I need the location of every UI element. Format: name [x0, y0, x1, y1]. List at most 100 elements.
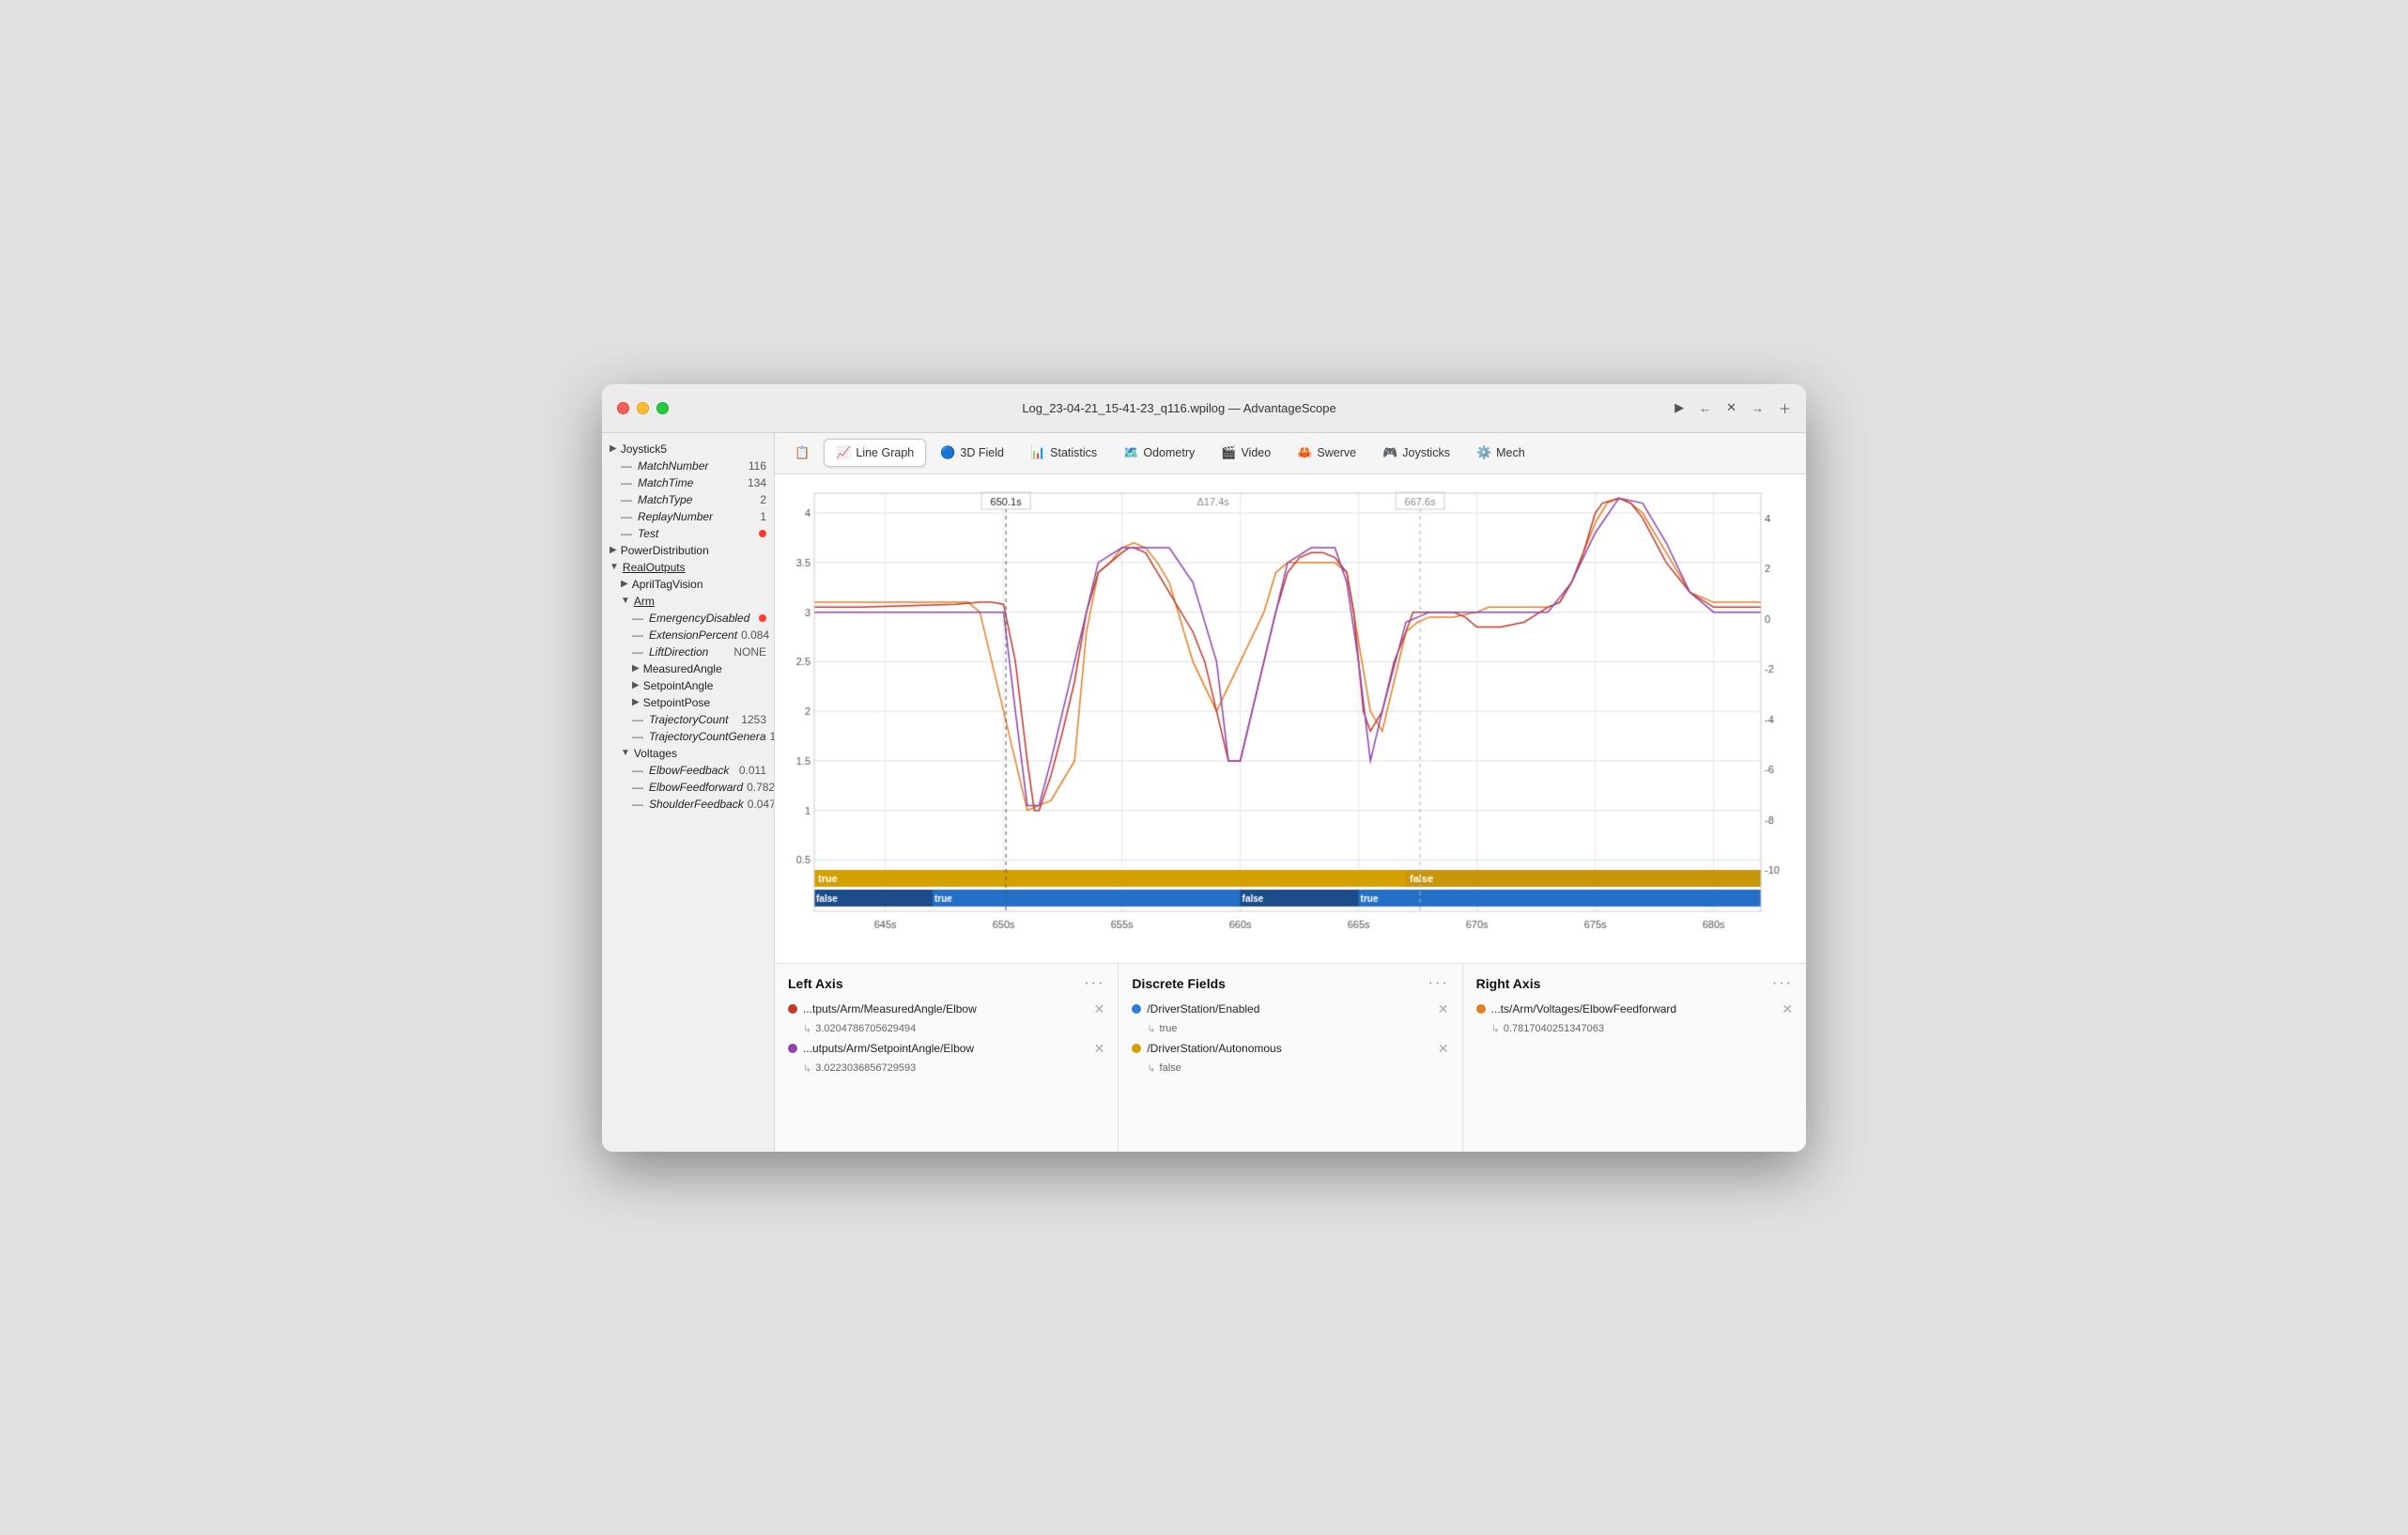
- sidebar-item-value: 1253: [741, 713, 766, 726]
- sidebar-item-label: MeasuredAngle: [643, 662, 722, 675]
- sidebar-item-replaynumber[interactable]: — ReplayNumber 1: [602, 508, 774, 525]
- chart-container[interactable]: [775, 474, 1806, 964]
- sidebar-item-elbowfeedforward[interactable]: — ElbowFeedforward 0.782: [602, 779, 774, 796]
- odometry-icon: 🗺️: [1123, 445, 1138, 460]
- content-area: ▶ Joystick5 — MatchNumber 116 — MatchTim…: [602, 433, 1806, 1152]
- sidebar-item-arm[interactable]: ▼ Arm: [602, 593, 774, 610]
- statistics-icon: 📊: [1030, 445, 1045, 460]
- field-remove-button[interactable]: ✕: [1438, 1041, 1449, 1057]
- field-remove-button[interactable]: ✕: [1782, 1001, 1793, 1017]
- back-button[interactable]: ←: [1699, 401, 1711, 415]
- play-button[interactable]: ▶: [1675, 400, 1684, 415]
- right-axis-panel: Right Axis ··· ...ts/Arm/Voltages/ElbowF…: [1463, 964, 1806, 1152]
- close-button[interactable]: [617, 402, 629, 414]
- tab-3dfield[interactable]: 🔵 3D Field: [928, 439, 1016, 467]
- sidebar-item-label: Arm: [634, 595, 655, 608]
- sidebar-item-elbowfeedback[interactable]: — ElbowFeedback 0.011: [602, 762, 774, 779]
- tab-3dfield-label: 3D Field: [960, 446, 1004, 459]
- chart-canvas: [775, 474, 1806, 963]
- tab-joysticks[interactable]: 🎮 Joysticks: [1370, 439, 1462, 467]
- tab-table[interactable]: 📋: [782, 439, 822, 467]
- sidebar-item-matchnumber[interactable]: — MatchNumber 116: [602, 457, 774, 474]
- tab-statistics[interactable]: 📊 Statistics: [1018, 439, 1109, 467]
- maximize-button[interactable]: [656, 402, 669, 414]
- table-icon: 📋: [795, 445, 810, 460]
- field-value: false: [1132, 1062, 1448, 1075]
- field-remove-button[interactable]: ✕: [1094, 1001, 1105, 1017]
- field-value: 3.0223036856729593: [788, 1062, 1104, 1075]
- field-value: 0.7817040251347063: [1476, 1023, 1793, 1035]
- sidebar-item-value: 0.782: [747, 781, 775, 794]
- sidebar-item-emergencydisabled[interactable]: — EmergencyDisabled: [602, 610, 774, 627]
- dash-icon: —: [632, 645, 643, 659]
- field-name: /DriverStation/Autonomous: [1147, 1042, 1428, 1055]
- tab-video-label: Video: [1241, 446, 1271, 459]
- sidebar-item-label: ElbowFeedback: [649, 764, 735, 777]
- field-row: ...ts/Arm/Voltages/ElbowFeedforward ✕: [1476, 1001, 1793, 1017]
- status-dot: [759, 614, 766, 622]
- panel-menu-button[interactable]: ···: [1084, 975, 1104, 992]
- left-axis-panel: Left Axis ··· ...tputs/Arm/MeasuredAngle…: [775, 964, 1119, 1152]
- field-name: /DriverStation/Enabled: [1147, 1002, 1428, 1016]
- sidebar-item-trajectorycount[interactable]: — TrajectoryCount 1253: [602, 711, 774, 728]
- field-remove-button[interactable]: ✕: [1094, 1041, 1105, 1057]
- sidebar-item-liftdirection[interactable]: — LiftDirection NONE: [602, 643, 774, 660]
- sidebar-item-joystick5[interactable]: ▶ Joystick5: [602, 441, 774, 457]
- sidebar-item-test[interactable]: — Test: [602, 525, 774, 542]
- sidebar-item-trajectorycountgenera[interactable]: — TrajectoryCountGenera 1253: [602, 728, 774, 745]
- titlebar: Log_23-04-21_15-41-23_q116.wpilog — Adva…: [602, 384, 1806, 433]
- tab-odometry-label: Odometry: [1143, 446, 1195, 459]
- sidebar-item-value: 116: [749, 459, 766, 473]
- field-color-dot: [788, 1004, 797, 1014]
- dash-icon: —: [632, 730, 643, 743]
- panel-title: Discrete Fields: [1132, 976, 1226, 991]
- panel-menu-button[interactable]: ···: [1772, 975, 1793, 992]
- status-dot: [759, 530, 766, 537]
- sidebar-item-realoutputs[interactable]: ▼ RealOutputs: [602, 559, 774, 576]
- dash-icon: —: [621, 527, 632, 540]
- sidebar-item-voltages[interactable]: ▼ Voltages: [602, 745, 774, 762]
- panel-menu-button[interactable]: ···: [1428, 975, 1449, 992]
- video-icon: 🎬: [1221, 445, 1236, 460]
- tab-swerve[interactable]: 🦀 Swerve: [1285, 439, 1368, 467]
- field-name: ...ts/Arm/Voltages/ElbowFeedforward: [1491, 1002, 1773, 1016]
- sidebar-item-extensionpercent[interactable]: — ExtensionPercent 0.084: [602, 627, 774, 643]
- sidebar-item-powerdistribution[interactable]: ▶ PowerDistribution: [602, 542, 774, 559]
- sidebar-item-setpointpose[interactable]: ▶ SetpointPose: [602, 694, 774, 711]
- sidebar-item-label: PowerDistribution: [621, 544, 709, 557]
- sidebar-item-shoulderfeedback[interactable]: — ShoulderFeedback 0.047: [602, 796, 774, 813]
- sidebar-item-measuredangle[interactable]: ▶ MeasuredAngle: [602, 660, 774, 677]
- sidebar-item-label: TrajectoryCount: [649, 713, 737, 726]
- sidebar-item-label: MatchType: [638, 493, 756, 506]
- sidebar-item-label: MatchTime: [638, 476, 744, 489]
- sidebar-item-label: LiftDirection: [649, 645, 730, 659]
- field-value: 3.0204786705629494: [788, 1023, 1104, 1035]
- sidebar-item-label: SetpointAngle: [643, 679, 714, 692]
- sidebar-item-matchtype[interactable]: — MatchType 2: [602, 491, 774, 508]
- sidebar-item-apriltagvision[interactable]: ▶ AprilTagVision: [602, 576, 774, 593]
- sidebar-item-label: Joystick5: [621, 442, 667, 456]
- forward-button[interactable]: →: [1752, 401, 1764, 415]
- tab-swerve-label: Swerve: [1317, 446, 1356, 459]
- field-color-dot: [788, 1044, 797, 1053]
- close-icon[interactable]: ✕: [1726, 400, 1737, 415]
- sidebar-item-matchtime[interactable]: — MatchTime 134: [602, 474, 774, 491]
- tab-joysticks-label: Joysticks: [1402, 446, 1450, 459]
- sidebar-item-label: SetpointPose: [643, 696, 710, 709]
- tab-odometry[interactable]: 🗺️ Odometry: [1111, 439, 1207, 467]
- dash-icon: —: [632, 713, 643, 726]
- minimize-button[interactable]: [637, 402, 649, 414]
- expand-arrow: ▶: [632, 680, 640, 690]
- panel-title: Right Axis: [1476, 976, 1541, 991]
- dash-icon: —: [632, 798, 643, 811]
- add-button[interactable]: ＋: [1779, 399, 1791, 417]
- traffic-lights: [617, 402, 669, 414]
- field-remove-button[interactable]: ✕: [1438, 1001, 1449, 1017]
- dash-icon: —: [632, 764, 643, 777]
- tab-mech[interactable]: ⚙️ Mech: [1464, 439, 1537, 467]
- expand-arrow: ▼: [621, 596, 630, 606]
- sidebar-item-label: ReplayNumber: [638, 510, 756, 523]
- tab-linegraph[interactable]: 📈 Line Graph: [824, 439, 926, 467]
- tab-video[interactable]: 🎬 Video: [1209, 439, 1283, 467]
- sidebar-item-setpointangle[interactable]: ▶ SetpointAngle: [602, 677, 774, 694]
